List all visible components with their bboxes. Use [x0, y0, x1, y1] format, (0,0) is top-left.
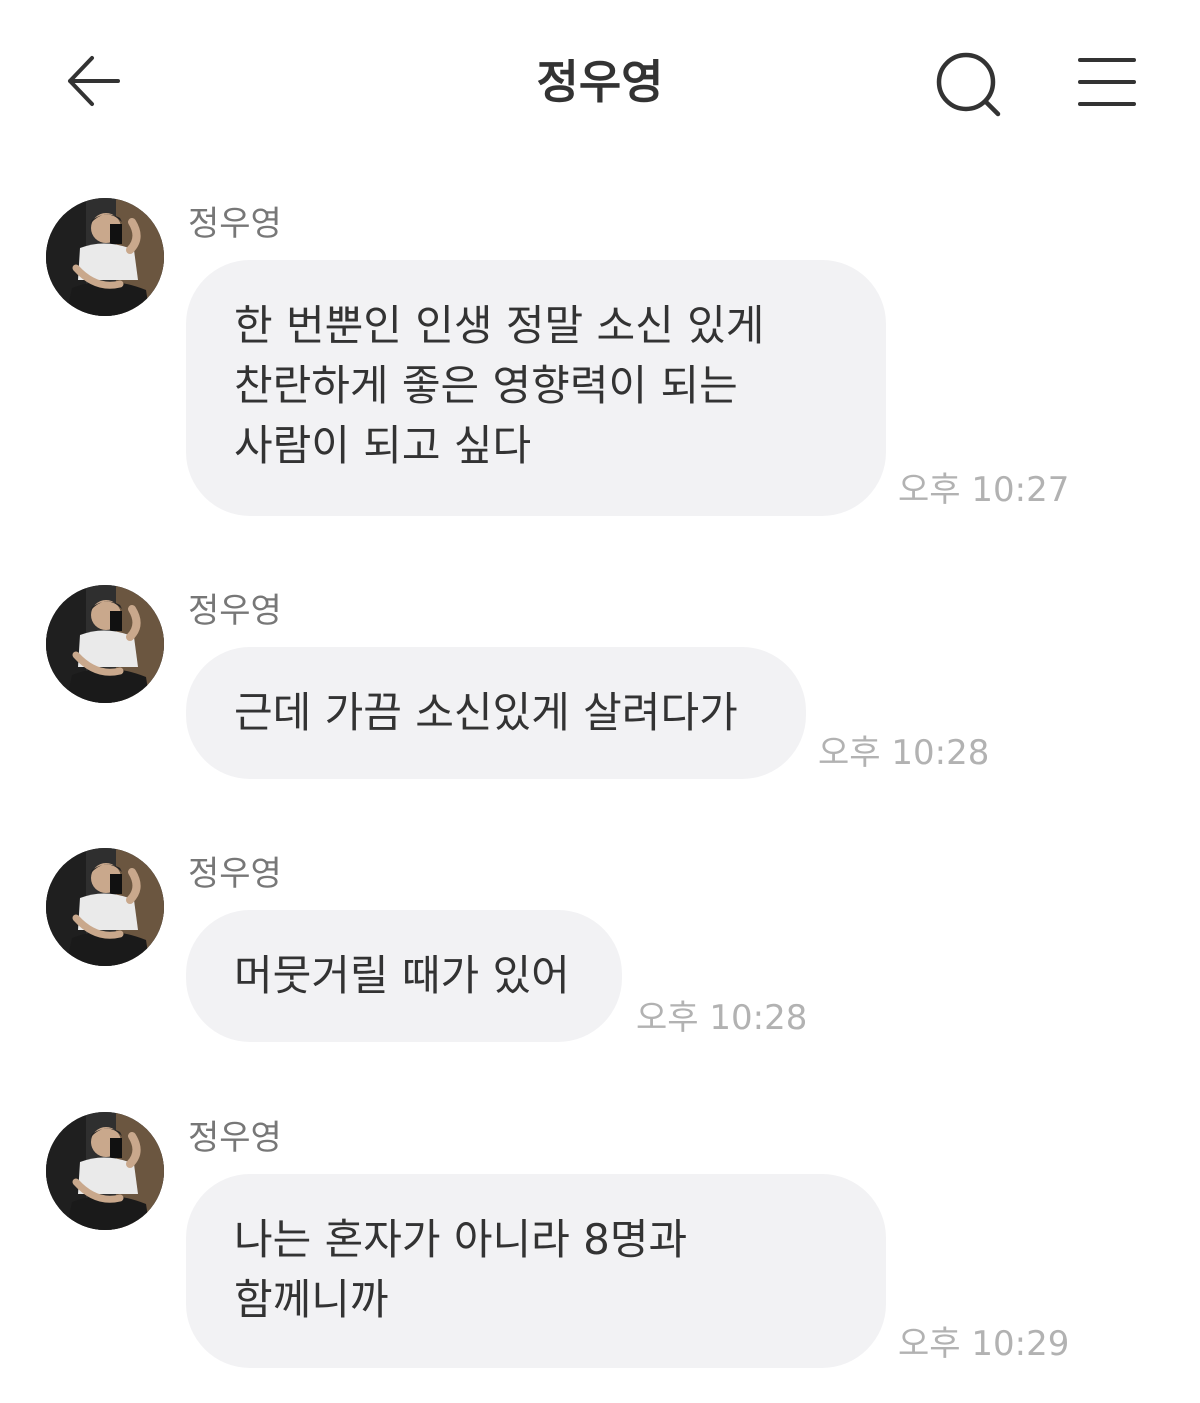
- message-bubble[interactable]: 근데 가끔 소신있게 살려다가: [186, 647, 806, 779]
- message-line: 찬란하게 좋은 영향력이 되는: [234, 361, 738, 410]
- avatar[interactable]: [46, 198, 164, 316]
- message-line: 근데 가끔 소신있게 살려다가: [234, 688, 738, 737]
- chat-title: 정우영: [536, 55, 664, 109]
- avatar[interactable]: [46, 1112, 164, 1230]
- message-time: 오후 10:28: [818, 733, 990, 773]
- sender-name: 정우영: [188, 1118, 282, 1158]
- message-line: 나는 혼자가 아니라 8명과: [234, 1215, 688, 1264]
- message-item: 정우영 머뭇거릴 때가 있어 오후 10:28: [0, 848, 1200, 1048]
- hamburger-menu-icon[interactable]: [1078, 56, 1136, 108]
- message-item: 정우영 나는 혼자가 아니라 8명과 함께니까 오후 10:29: [0, 1112, 1200, 1372]
- message-bubble[interactable]: 나는 혼자가 아니라 8명과 함께니까: [186, 1174, 886, 1368]
- message-line: 머뭇거릴 때가 있어: [234, 951, 570, 1000]
- message-line: 함께니까: [234, 1275, 389, 1324]
- avatar[interactable]: [46, 585, 164, 703]
- message-bubble[interactable]: 머뭇거릴 때가 있어: [186, 910, 622, 1042]
- sender-name: 정우영: [188, 204, 282, 244]
- message-item: 정우영 한 번뿐인 인생 정말 소신 있게 찬란하게 좋은 영향력이 되는 사람…: [0, 198, 1200, 518]
- sender-name: 정우영: [188, 854, 282, 894]
- message-line: 한 번뿐인 인생 정말 소신 있게: [234, 301, 765, 350]
- sender-name: 정우영: [188, 591, 282, 631]
- chat-header: 정우영: [0, 0, 1200, 160]
- message-line: 사람이 되고 싶다: [234, 421, 532, 470]
- search-icon[interactable]: [934, 50, 1004, 120]
- back-arrow-icon[interactable]: [62, 50, 124, 112]
- avatar[interactable]: [46, 848, 164, 966]
- message-bubble[interactable]: 한 번뿐인 인생 정말 소신 있게 찬란하게 좋은 영향력이 되는 사람이 되고…: [186, 260, 886, 516]
- message-item: 정우영 근데 가끔 소신있게 살려다가 오후 10:28: [0, 585, 1200, 785]
- message-time: 오후 10:28: [636, 998, 808, 1038]
- message-time: 오후 10:27: [898, 470, 1070, 510]
- message-time: 오후 10:29: [898, 1324, 1070, 1364]
